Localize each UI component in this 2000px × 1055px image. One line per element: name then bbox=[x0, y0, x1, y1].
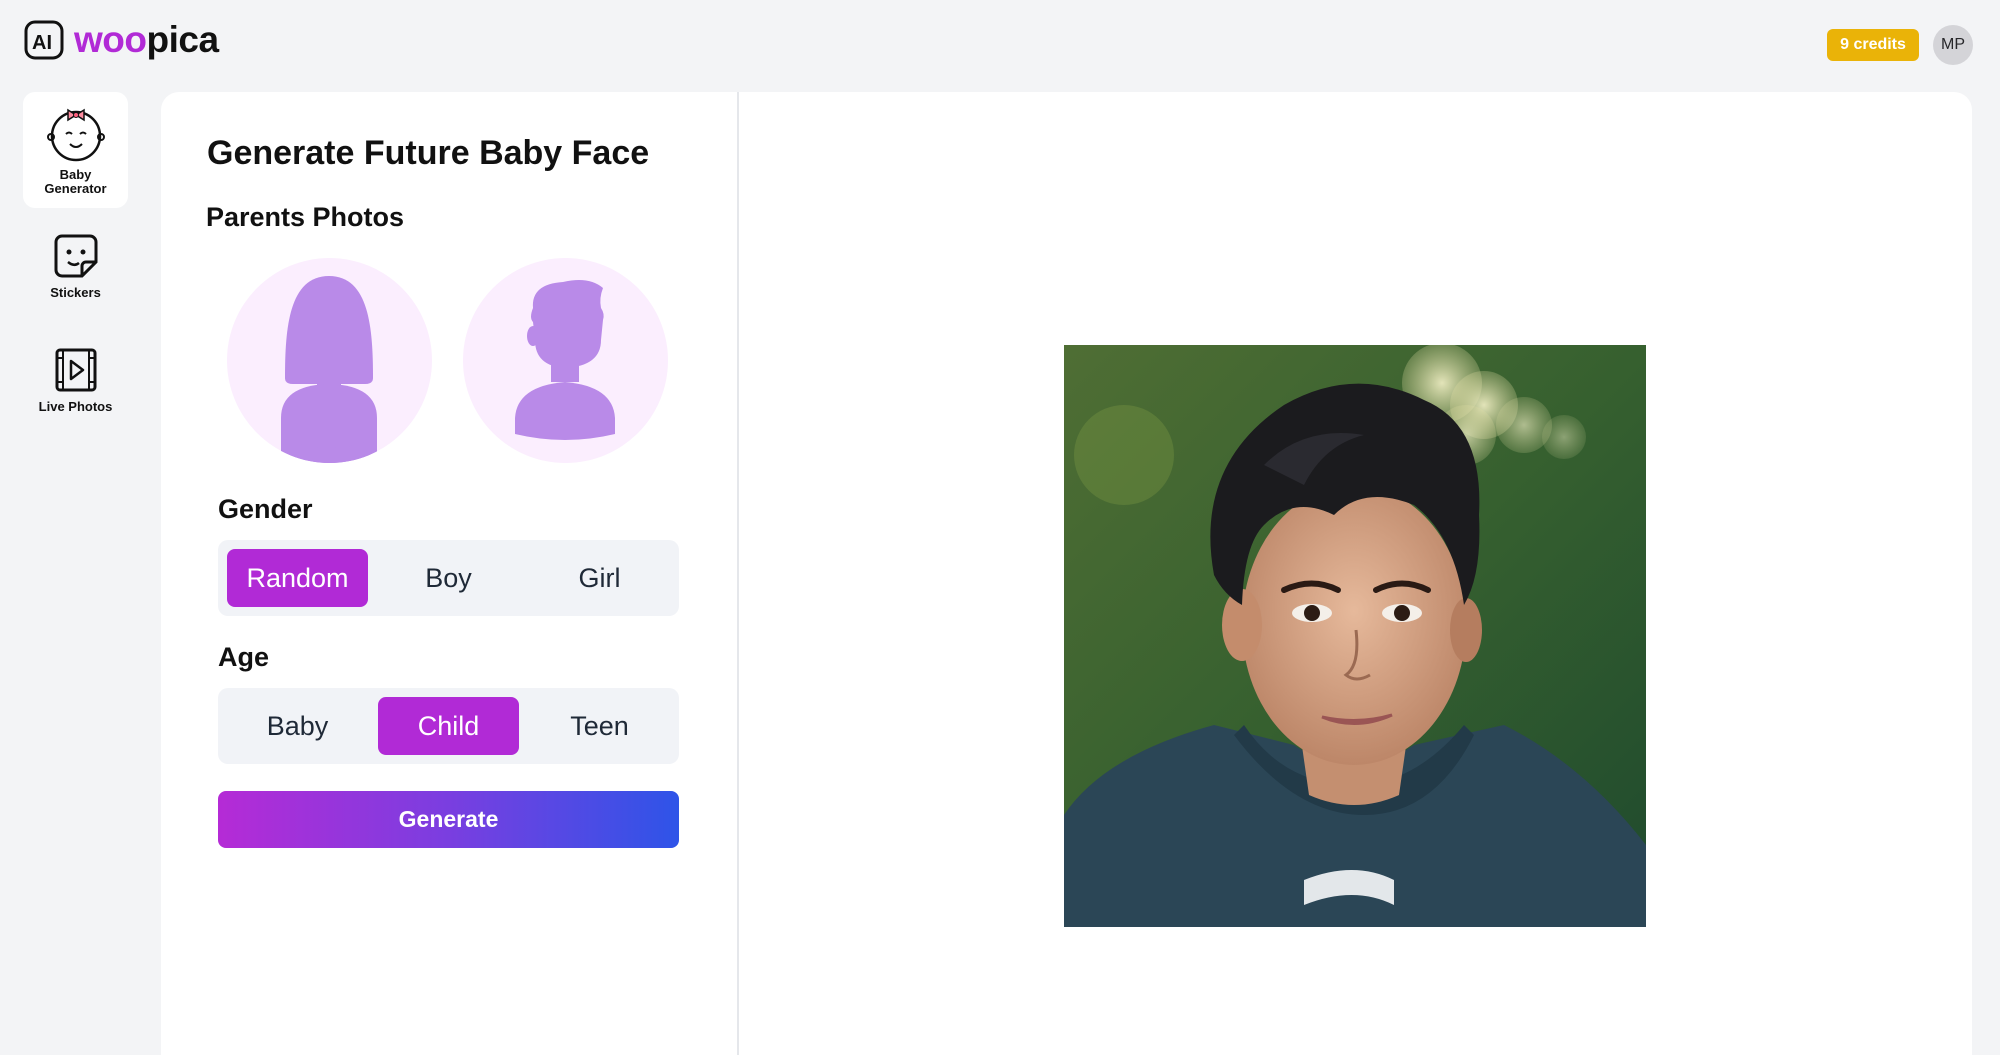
gender-option-girl[interactable]: Girl bbox=[529, 549, 670, 607]
age-selector: Baby Child Teen bbox=[218, 688, 679, 764]
age-label: Age bbox=[218, 642, 270, 672]
nav-item-stickers[interactable]: Stickers bbox=[23, 232, 128, 312]
parents-photos-label: Parents Photos bbox=[206, 202, 405, 232]
generate-button[interactable]: Generate bbox=[218, 791, 679, 848]
mother-photo-upload[interactable] bbox=[227, 258, 432, 463]
nav-item-baby-generator[interactable]: Baby Generator bbox=[23, 92, 128, 208]
nav-label-baby: Baby bbox=[59, 167, 92, 182]
top-header: AI woopica 9 credits MP bbox=[0, 0, 2000, 88]
brand-rest: pica bbox=[146, 19, 219, 60]
video-play-icon bbox=[55, 348, 96, 392]
age-option-teen[interactable]: Teen bbox=[529, 697, 670, 755]
sticker-icon bbox=[54, 234, 97, 278]
father-photo-upload[interactable] bbox=[463, 258, 668, 463]
user-avatar[interactable]: MP bbox=[1933, 25, 1973, 65]
age-option-child[interactable]: Child bbox=[378, 697, 519, 755]
child-portrait-image bbox=[1064, 345, 1646, 927]
gender-option-boy[interactable]: Boy bbox=[378, 549, 519, 607]
page-title: Generate Future Baby Face bbox=[207, 134, 650, 172]
gender-selector: Random Boy Girl bbox=[218, 540, 679, 616]
gender-label: Gender bbox=[218, 494, 313, 524]
ai-logo-icon: AI bbox=[24, 20, 64, 60]
brand-accent: woo bbox=[74, 19, 147, 60]
gender-option-random[interactable]: Random bbox=[227, 549, 368, 607]
logo[interactable]: AI woopica bbox=[24, 20, 219, 60]
nav-label-stickers: Stickers bbox=[50, 285, 101, 300]
nav-label-live-photos: Live Photos bbox=[38, 399, 113, 414]
nav-label-generator: Generator bbox=[44, 181, 107, 196]
generated-child-image bbox=[1064, 345, 1646, 927]
nav-item-live-photos[interactable]: Live Photos bbox=[23, 346, 128, 426]
brand-name: woopica bbox=[74, 20, 219, 60]
baby-face-icon bbox=[46, 108, 105, 162]
male-silhouette-icon bbox=[515, 280, 615, 440]
female-silhouette-icon bbox=[281, 276, 377, 463]
credits-badge[interactable]: 9 credits bbox=[1827, 29, 1919, 61]
svg-text:AI: AI bbox=[32, 32, 52, 54]
age-option-baby[interactable]: Baby bbox=[227, 697, 368, 755]
